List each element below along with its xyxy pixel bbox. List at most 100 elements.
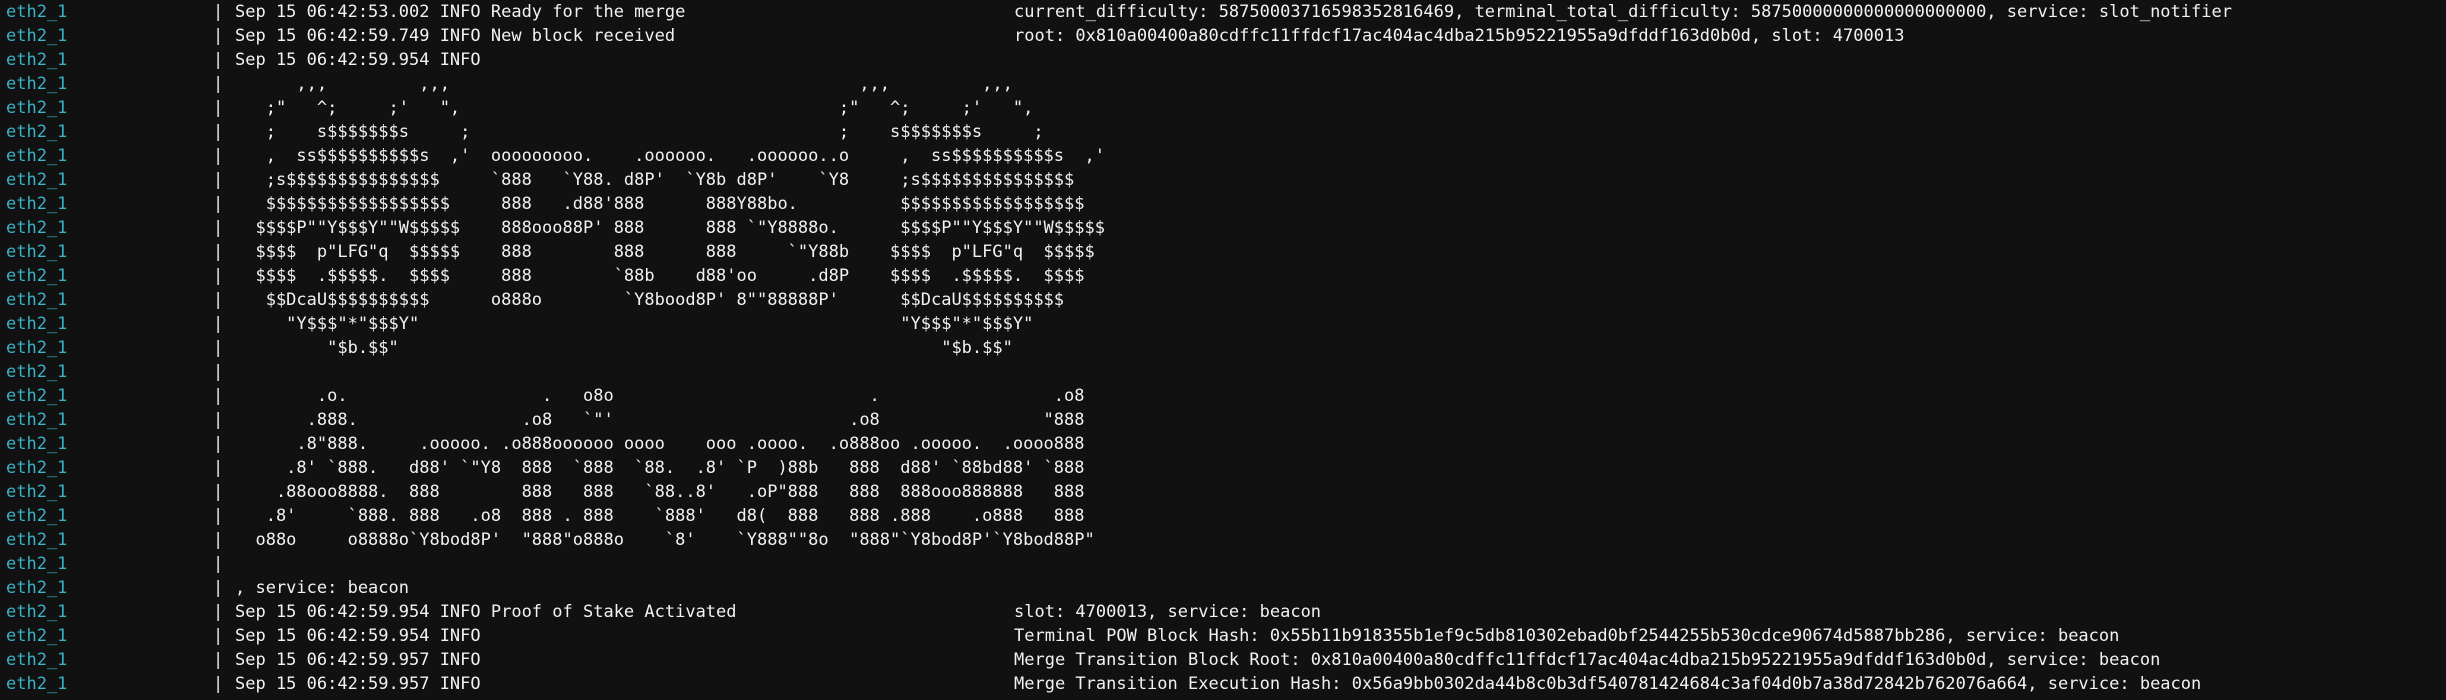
log-fields: Merge Transition Block Root: 0x810a00400…	[1014, 650, 2161, 670]
separator-bar: |	[213, 530, 224, 550]
container-prefix: eth2_1	[6, 98, 68, 118]
separator-bar: |	[213, 170, 224, 190]
log-line: eth2_1 | $$$$ .$$$$$. $$$$ 888 `88b d88'o…	[0, 264, 2446, 288]
log-message: $$$$ .$$$$$. $$$$ 888 `88b d88'oo .d8P $…	[235, 266, 1085, 286]
separator-bar: |	[213, 410, 224, 430]
log-message: "$b.$$" "$b.$$"	[235, 338, 1013, 358]
container-prefix: eth2_1	[6, 650, 68, 670]
container-prefix: eth2_1	[6, 146, 68, 166]
log-fields: Terminal POW Block Hash: 0x55b11b918355b…	[1014, 626, 2120, 646]
log-line: eth2_1 | "Y$$$"*"$$$Y" "Y$$$"*"$$$Y"	[0, 312, 2446, 336]
log-line: eth2_1 | .888. .o8 `"' .o8 "888	[0, 408, 2446, 432]
log-message: "Y$$$"*"$$$Y" "Y$$$"*"$$$Y"	[235, 314, 1034, 334]
separator-bar: |	[213, 194, 224, 214]
log-line: eth2_1 | Sep 15 06:42:59.957 INFO Merge Tra…	[0, 672, 2446, 696]
separator-bar: |	[213, 218, 224, 238]
log-message: ,,, ,,, ,,, ,,,	[235, 74, 1013, 94]
container-prefix: eth2_1	[6, 626, 68, 646]
log-message: $$DcaU$$$$$$$$$$ o888o `Y8bood8P' 8""888…	[235, 290, 1065, 310]
container-prefix: eth2_1	[6, 602, 68, 622]
log-line: eth2_1 | $$$$ p"LFG"q $$$$$ 888 888 888 `…	[0, 240, 2446, 264]
container-prefix: eth2_1	[6, 458, 68, 478]
log-line: eth2_1 | o88o o8888o`Y8bod8P' "888"o888o …	[0, 528, 2446, 552]
log-line: eth2_1 | $$$$P""Y$$$Y""W$$$$$ 888ooo88P' …	[0, 216, 2446, 240]
separator-bar: |	[213, 386, 224, 406]
log-message: , ss$$$$$$$$$$s ,' ooooooooo. .oooooo. .…	[235, 146, 1105, 166]
container-prefix: eth2_1	[6, 434, 68, 454]
log-line: eth2_1 | ,,, ,,, ,,, ,,,	[0, 72, 2446, 96]
container-prefix: eth2_1	[6, 170, 68, 190]
log-line: eth2_1 | .88ooo8888. 888 888 888 `88..8' …	[0, 480, 2446, 504]
container-prefix: eth2_1	[6, 2, 68, 22]
separator-bar: |	[213, 146, 224, 166]
separator-bar: |	[213, 266, 224, 286]
log-line: eth2_1 | Sep 15 06:42:59.954 INFO Proof of…	[0, 600, 2446, 624]
separator-bar: |	[213, 338, 224, 358]
container-prefix: eth2_1	[6, 506, 68, 526]
separator-bar: |	[213, 482, 224, 502]
container-prefix: eth2_1	[6, 674, 68, 694]
separator-bar: |	[213, 602, 224, 622]
separator-bar: |	[213, 458, 224, 478]
container-prefix: eth2_1	[6, 314, 68, 334]
container-prefix: eth2_1	[6, 362, 68, 382]
log-message: Sep 15 06:42:59.749 INFO New block recei…	[235, 26, 676, 46]
separator-bar: |	[213, 626, 224, 646]
log-message: $$$$$$$$$$$$$$$$$$ 888 .d88'888 888Y88bo…	[235, 194, 1085, 214]
log-line: eth2_1 | Sep 15 06:42:53.002 INFO Ready fo…	[0, 0, 2446, 24]
log-message: o88o o8888o`Y8bod8P' "888"o888o `8' `Y88…	[235, 530, 1095, 550]
container-prefix: eth2_1	[6, 26, 68, 46]
log-line: eth2_1 | Sep 15 06:42:59.954 INFO	[0, 48, 2446, 72]
log-message: ; s$$$$$$$s ; ; s$$$$$$$s ;	[235, 122, 1044, 142]
separator-bar: |	[213, 98, 224, 118]
separator-bar: |	[213, 554, 224, 574]
container-prefix: eth2_1	[6, 122, 68, 142]
separator-bar: |	[213, 506, 224, 526]
container-prefix: eth2_1	[6, 482, 68, 502]
log-message: .8' `888. d88' `"Y8 888 `888 `88. .8' `P…	[235, 458, 1085, 478]
log-message: $$$$P""Y$$$Y""W$$$$$ 888ooo88P' 888 888 …	[235, 218, 1105, 238]
log-message: Sep 15 06:42:59.954 INFO	[235, 626, 481, 646]
log-line: eth2_1 | Sep 15 06:42:59.957 INFO Merge Tra…	[0, 648, 2446, 672]
log-fields: current_difficulty: 58750003716598352816…	[1014, 2, 2232, 22]
separator-bar: |	[213, 50, 224, 70]
separator-bar: |	[213, 2, 224, 22]
separator-bar: |	[213, 242, 224, 262]
separator-bar: |	[213, 578, 224, 598]
container-prefix: eth2_1	[6, 338, 68, 358]
log-message: .88ooo8888. 888 888 888 `88..8' .oP"888 …	[235, 482, 1085, 502]
log-message: Sep 15 06:42:59.954 INFO	[235, 50, 481, 70]
log-line: eth2_1 | , service: beacon	[0, 576, 2446, 600]
container-prefix: eth2_1	[6, 242, 68, 262]
separator-bar: |	[213, 434, 224, 454]
log-fields: Merge Transition Execution Hash: 0x56a9b…	[1014, 674, 2202, 694]
container-prefix: eth2_1	[6, 290, 68, 310]
container-prefix: eth2_1	[6, 266, 68, 286]
log-fields: root: 0x810a00400a80cdffc11ffdcf17ac404a…	[1014, 26, 1905, 46]
log-line: eth2_1 | .o. . o8o . .o8	[0, 384, 2446, 408]
container-prefix: eth2_1	[6, 386, 68, 406]
container-prefix: eth2_1	[6, 410, 68, 430]
log-line: eth2_1 | ; s$$$$$$$s ; ; s$$$$$$$s ;	[0, 120, 2446, 144]
container-prefix: eth2_1	[6, 218, 68, 238]
separator-bar: |	[213, 290, 224, 310]
log-message: .8"888. .ooooo. .o888oooooo oooo ooo .oo…	[235, 434, 1085, 454]
log-message: Sep 15 06:42:59.957 INFO	[235, 650, 481, 670]
log-line: eth2_1 | "$b.$$" "$b.$$"	[0, 336, 2446, 360]
log-line: eth2_1 | $$DcaU$$$$$$$$$$ o888o `Y8bood8P…	[0, 288, 2446, 312]
separator-bar: |	[213, 26, 224, 46]
log-line: eth2_1 |	[0, 360, 2446, 384]
separator-bar: |	[213, 674, 224, 694]
log-line: eth2_1 | .8' `888. d88' `"Y8 888 `888 `88…	[0, 456, 2446, 480]
log-fields: slot: 4700013, service: beacon	[1014, 602, 1322, 622]
container-prefix: eth2_1	[6, 530, 68, 550]
separator-bar: |	[213, 650, 224, 670]
log-message: ;" ^; ;' ", ;" ^; ;' ",	[235, 98, 1034, 118]
log-line: eth2_1 | ;s$$$$$$$$$$$$$$$ `888 `Y88. d8P…	[0, 168, 2446, 192]
log-message: .8' `888. 888 .o8 888 . 888 `888' d8( 88…	[235, 506, 1085, 526]
log-line: eth2_1 |	[0, 552, 2446, 576]
log-line: eth2_1 | Sep 15 06:42:59.954 INFO Terminal …	[0, 624, 2446, 648]
log-message: Sep 15 06:42:59.957 INFO	[235, 674, 481, 694]
log-line: eth2_1 | ;" ^; ;' ", ;" ^; ;' ",	[0, 96, 2446, 120]
log-message: Sep 15 06:42:59.954 INFO Proof of Stake …	[235, 602, 737, 622]
